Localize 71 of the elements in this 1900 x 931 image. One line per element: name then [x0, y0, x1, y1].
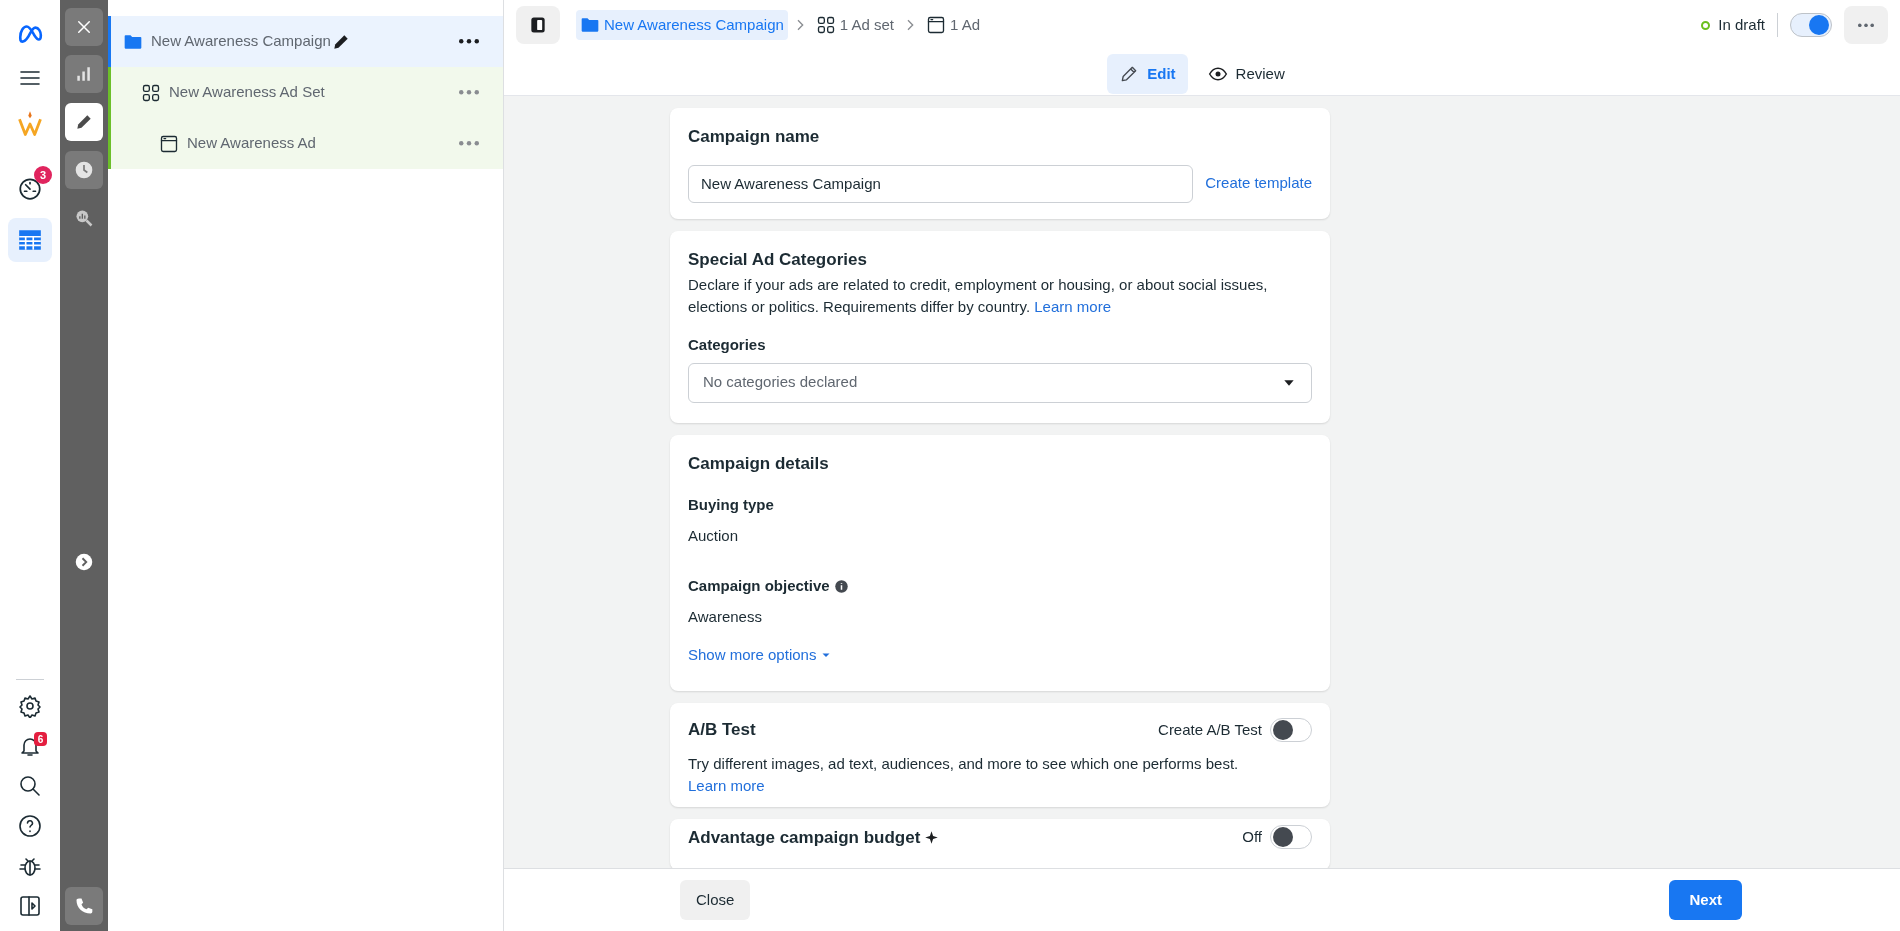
sidebar-icon — [528, 15, 548, 35]
chart-search-icon — [74, 208, 94, 228]
settings-icon — [18, 693, 42, 718]
grid-icon — [141, 82, 161, 103]
field-label: Categories — [688, 335, 767, 355]
close-button[interactable]: Close — [680, 880, 751, 920]
phone-button[interactable] — [65, 887, 103, 925]
tree-item[interactable]: New Awareness Campaign — [108, 16, 503, 67]
folder-icon — [580, 15, 600, 35]
nav-item[interactable]: 6 — [11, 732, 49, 759]
tree-item[interactable]: New Awareness Ad Set — [108, 67, 503, 118]
ad-icon — [926, 15, 947, 35]
toggle-label: Off — [1242, 827, 1262, 847]
nav-item[interactable]: 3 — [8, 166, 52, 210]
ad-icon — [159, 133, 179, 154]
categories-dropdown[interactable]: No categories declared — [688, 362, 1312, 403]
more-icon — [459, 39, 479, 44]
breadcrumb-link[interactable]: 1 Ad — [922, 10, 985, 40]
tool-button[interactable] — [65, 151, 103, 189]
close-icon — [75, 18, 93, 36]
sparkle-icon — [924, 829, 940, 845]
search-icon — [18, 773, 42, 798]
next-button[interactable]: Next — [1669, 880, 1742, 920]
w-logo — [16, 110, 44, 138]
field-value: Auction — [688, 525, 740, 546]
card-title: Special Ad Categories — [688, 248, 868, 271]
help-icon — [18, 813, 42, 838]
description-text: Try different images, ad text, audiences, and more to see which one performs best. Learn more — [688, 753, 1240, 796]
toggle-switch[interactable] — [1270, 825, 1312, 850]
field-label: Campaign objective — [688, 576, 830, 596]
toggle-label: Create A/B Test — [1158, 719, 1262, 740]
chevron-right-icon[interactable] — [75, 553, 93, 571]
pencil-icon — [74, 112, 94, 132]
description-text: Declare if your ads are related to credit, employment or housing, or about social issues, elections or politics. Requirements differ by country. Learn more — [688, 275, 1269, 317]
clock-icon — [74, 160, 94, 180]
tree-item-label: New Awareness Ad — [187, 133, 316, 154]
tree-item[interactable]: New Awareness Ad — [108, 118, 503, 169]
toggle-switch[interactable] — [1270, 717, 1312, 742]
grid-icon — [815, 15, 836, 35]
eye-icon — [1207, 64, 1228, 84]
learn-more-link[interactable]: Learn more — [1034, 298, 1111, 315]
notification-badge: 6 — [34, 732, 47, 746]
campaign-name-field[interactable]: New Awareness Campaign — [688, 164, 1194, 203]
tree-item-label: New Awareness Campaign — [151, 31, 331, 52]
close-panel-button[interactable] — [65, 8, 103, 46]
card-title: Advantage campaign budget — [688, 826, 921, 849]
more-icon — [459, 90, 479, 95]
tool-button[interactable] — [65, 103, 103, 141]
breadcrumb-link[interactable]: New Awareness Campaign — [576, 10, 788, 40]
breadcrumb-link[interactable]: 1 Ad set — [811, 10, 899, 40]
tool-button[interactable] — [65, 55, 103, 93]
phone-icon — [74, 896, 94, 916]
tree-item-label: New Awareness Ad Set — [169, 82, 325, 103]
more-icon — [1858, 22, 1874, 28]
view-tab[interactable]: Review — [1195, 54, 1297, 94]
card-title: Campaign details — [688, 452, 830, 475]
panel-icon — [18, 893, 42, 918]
table-icon — [17, 227, 43, 253]
create-template-link[interactable]: Create template — [1205, 172, 1312, 195]
view-tab[interactable]: Edit — [1107, 54, 1188, 94]
status-label: In draft — [1718, 14, 1765, 35]
more-icon — [459, 141, 479, 146]
card-title: A/B Test — [688, 719, 756, 741]
notification-badge: 3 — [34, 166, 52, 184]
field-label: Buying type — [688, 495, 774, 515]
sidebar-toggle-button[interactable] — [516, 6, 560, 44]
field-value: Awareness — [688, 606, 763, 627]
card-title: Campaign name — [688, 126, 821, 148]
show-more-link[interactable]: Show more options — [688, 644, 833, 667]
toggle-switch[interactable] — [1790, 13, 1832, 37]
learn-more-link[interactable]: Learn more — [688, 776, 765, 794]
